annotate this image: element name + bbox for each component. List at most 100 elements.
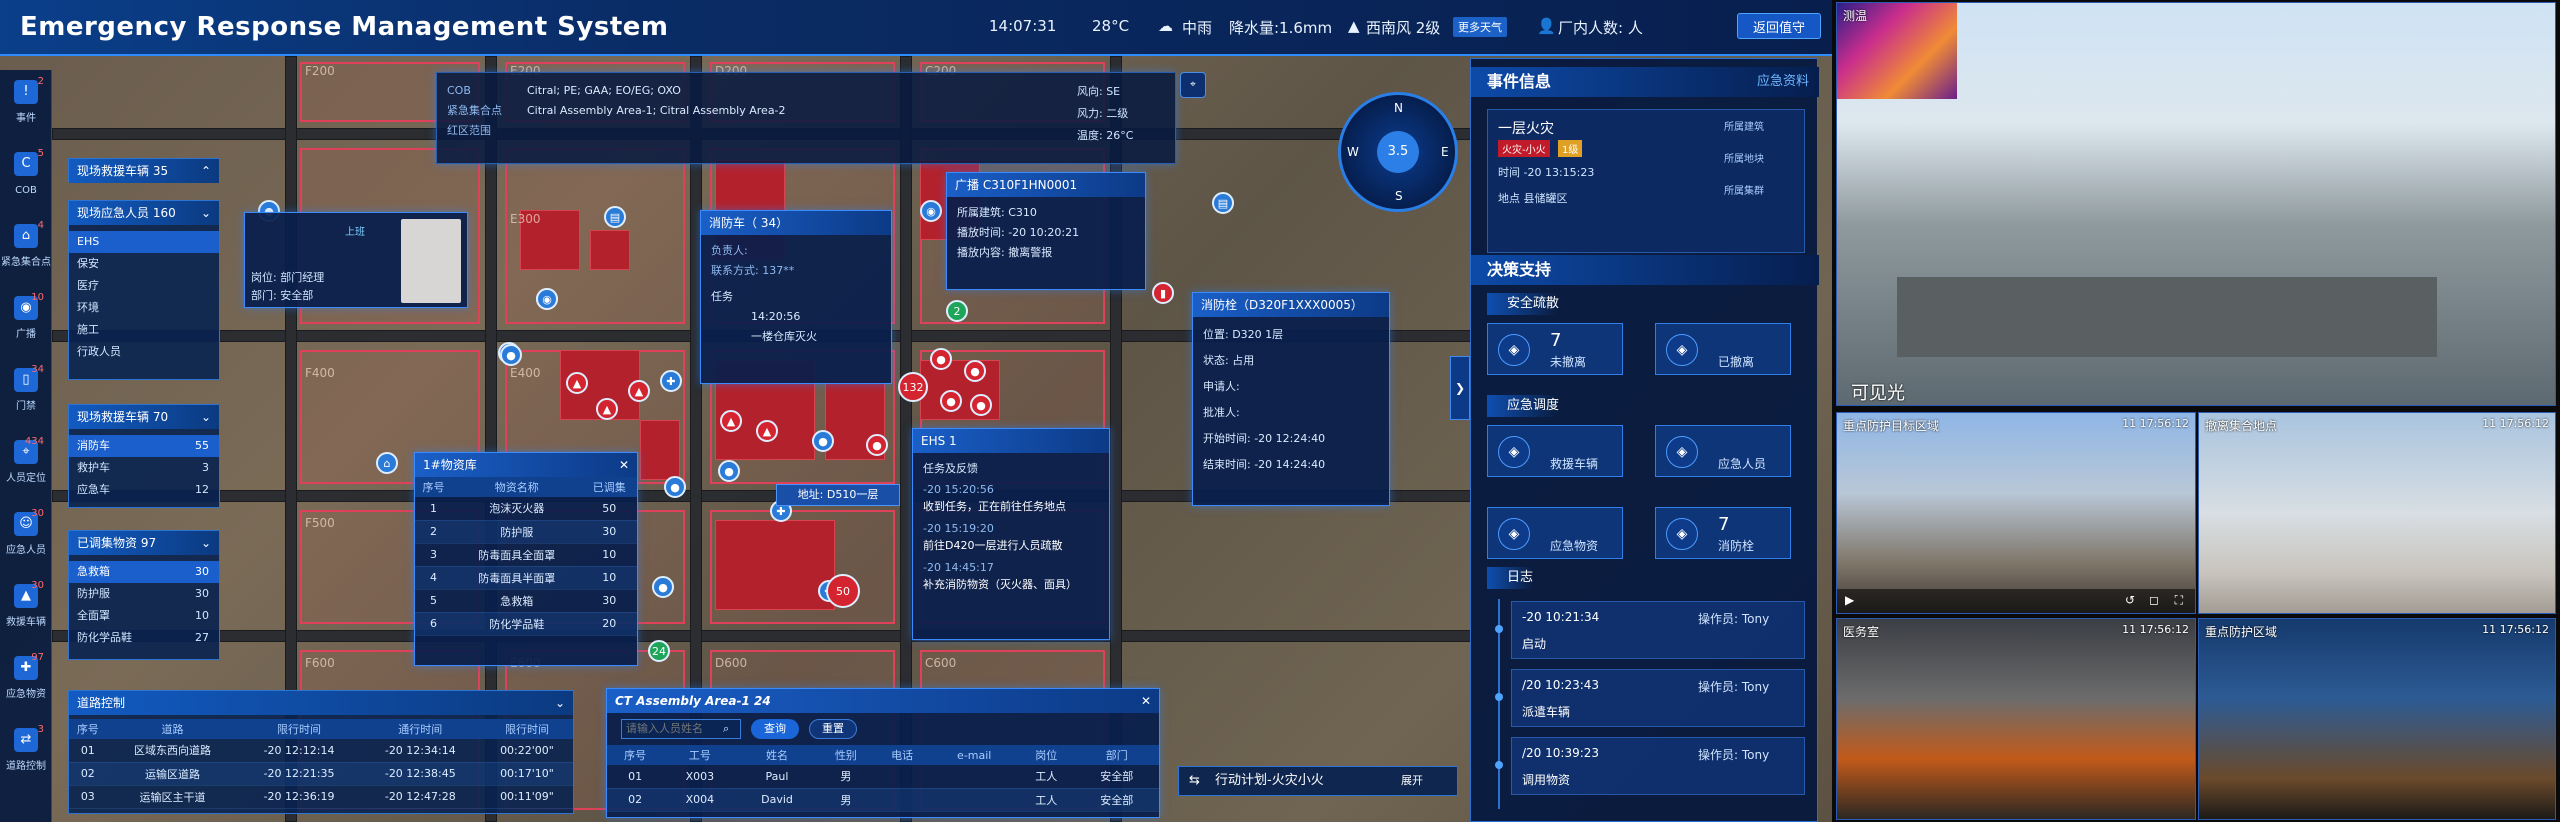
collapse-panel-button[interactable]: ❯ bbox=[1450, 356, 1470, 420]
personnel-item[interactable]: EHS bbox=[69, 231, 219, 253]
staff-pin[interactable]: ● bbox=[866, 434, 888, 456]
vehicle-item[interactable]: 消防车 55 bbox=[69, 435, 219, 457]
staff-pin[interactable]: ● bbox=[964, 360, 986, 382]
staff-pin[interactable]: ● bbox=[930, 348, 952, 370]
camera-view[interactable]: 重点防护目标区域 11 17:56:12 ▶ ↺ ◻ ⛶ bbox=[1836, 412, 2196, 614]
table-row[interactable]: 4 防毒面具半面罩 10 bbox=[415, 566, 637, 590]
vehicle-item[interactable]: 应急车 12 bbox=[69, 479, 219, 501]
personnel-item[interactable]: 行政人员 bbox=[69, 341, 219, 363]
video-controls[interactable]: ▶ ↺ ◻ ⛶ bbox=[1837, 589, 2195, 613]
hydrant-popup[interactable]: 消防栓（D320F1XXX0005） 位置: D320 1层 状态: 占用 申请… bbox=[1192, 292, 1390, 506]
nav-item[interactable]: ⇄ 3 道路控制 bbox=[0, 724, 52, 784]
table-row[interactable]: 6 防化学品鞋 20 bbox=[415, 612, 637, 636]
truck-pin[interactable]: ▲ bbox=[756, 420, 778, 442]
supply-item[interactable]: 防护服 30 bbox=[69, 583, 219, 605]
camera-view[interactable]: 重点防护区域 11 17:56:12 bbox=[2198, 618, 2556, 820]
nav-item[interactable]: ⌂ 4 紧急集合点 bbox=[0, 220, 52, 280]
personnel-item[interactable]: 环境 bbox=[69, 297, 219, 319]
snapshot-icon[interactable]: ◻ bbox=[2149, 593, 2159, 607]
table-row[interactable]: 02 运输区道路 -20 12:21:35 -20 12:38:45 00:17'10" bbox=[69, 762, 573, 786]
person-pin[interactable]: ● bbox=[812, 430, 834, 452]
tool-pin[interactable]: ✚ bbox=[660, 370, 682, 392]
table-row[interactable]: 5 急救箱 30 bbox=[415, 589, 637, 613]
query-button[interactable]: 查询 bbox=[751, 719, 799, 739]
personnel-item[interactable]: 施工 bbox=[69, 319, 219, 341]
locate-button[interactable]: ⌖ bbox=[1180, 72, 1206, 98]
table-row[interactable]: 3 防毒面具全面罩 10 bbox=[415, 543, 637, 567]
table-row[interactable]: 2 防护服 30 bbox=[415, 520, 637, 544]
staff-pin[interactable]: ● bbox=[970, 394, 992, 416]
nav-item[interactable]: ⌖ 434 人员定位 bbox=[0, 436, 52, 496]
camera-view-main[interactable]: 测温 可见光 bbox=[1836, 2, 2556, 406]
table-row[interactable]: 1 泡沫灭火器 50 bbox=[415, 497, 637, 521]
reset-button[interactable]: 重置 bbox=[809, 719, 857, 739]
stat-card[interactable]: ◈ 应急物资 bbox=[1487, 507, 1623, 559]
personnel-item[interactable]: 医疗 bbox=[69, 275, 219, 297]
table-row[interactable]: 01 X003 Paul 男 工人 安全部 bbox=[607, 765, 1159, 789]
personnel-item[interactable]: 保安 bbox=[69, 253, 219, 275]
vehicle-item[interactable]: 救护车 3 bbox=[69, 457, 219, 479]
stat-card[interactable]: ◈ 救援车辆 bbox=[1487, 425, 1623, 477]
truck-pin[interactable]: ▲ bbox=[628, 380, 650, 402]
table-row[interactable]: 03 运输区主干道 -20 12:36:19 -20 12:47:28 00:11'09… bbox=[69, 785, 573, 809]
fullscreen-icon[interactable]: ⛶ bbox=[2175, 593, 2183, 608]
emergency-docs-link[interactable]: 应急资料 bbox=[1757, 67, 1809, 97]
nav-item[interactable]: ! 2 事件 bbox=[0, 76, 52, 136]
log-entry[interactable]: -20 10:21:34 操作员: Tony 启动 bbox=[1511, 601, 1805, 659]
supply-item[interactable]: 全面罩 10 bbox=[69, 605, 219, 627]
chevron-down-icon[interactable]: ⌄ bbox=[555, 691, 565, 715]
vehicles-summary-panel[interactable]: 现场救援车辆 35 ⌃ bbox=[68, 158, 220, 183]
nav-item[interactable]: ◉ 10 广播 bbox=[0, 292, 52, 352]
chevron-down-icon[interactable]: ⌄ bbox=[201, 531, 211, 555]
table-row[interactable]: 02 X004 David 男 工人 安全部 bbox=[607, 788, 1159, 812]
log-entry[interactable]: /20 10:23:43 操作员: Tony 派遣车辆 bbox=[1511, 669, 1805, 727]
camera-view[interactable]: 医务室 11 17:56:12 bbox=[1836, 618, 2196, 820]
camera-view[interactable]: 撤离集合地点 11 17:56:12 bbox=[2198, 412, 2556, 614]
stat-card[interactable]: ◈ 已撤离 bbox=[1655, 323, 1791, 375]
supply-item[interactable]: 防化学品鞋 27 bbox=[69, 627, 219, 649]
play-icon[interactable]: ▶ bbox=[1845, 593, 1854, 607]
building-link[interactable]: 所属建筑 bbox=[1724, 118, 1764, 133]
plot-link[interactable]: 所属地块 bbox=[1724, 150, 1764, 165]
stat-card[interactable]: ◈ 应急人员 bbox=[1655, 425, 1791, 477]
warehouse-popup[interactable]: 1#物资库 ✕ 序号 物资名称 已调集 1 泡沫灭火器 50 2 防护服 30 3 防毒面具全面罩 10… bbox=[414, 452, 638, 666]
staff-pin[interactable]: ● bbox=[940, 390, 962, 412]
count-pin[interactable]: 50 bbox=[826, 574, 860, 608]
building[interactable] bbox=[590, 230, 630, 270]
search-icon[interactable]: ⌕ bbox=[723, 722, 729, 736]
close-icon[interactable]: ✕ bbox=[1141, 689, 1151, 713]
doc-pin[interactable]: ▤ bbox=[1212, 192, 1234, 214]
supply-item[interactable]: 急救箱 30 bbox=[69, 561, 219, 583]
count-pin[interactable]: 132 bbox=[898, 372, 928, 402]
broadcast-pin[interactable]: ◉ bbox=[920, 200, 942, 222]
broadcast-pin[interactable]: ◉ bbox=[536, 288, 558, 310]
chevron-up-icon[interactable]: ⌃ bbox=[201, 159, 211, 183]
truck-pin[interactable]: ▲ bbox=[596, 398, 618, 420]
doc-pin[interactable]: ▤ bbox=[604, 206, 626, 228]
chevron-down-icon[interactable]: ⌄ bbox=[201, 201, 211, 225]
nav-item[interactable]: C 5 COB bbox=[0, 148, 52, 208]
building[interactable] bbox=[640, 420, 680, 480]
person-pin[interactable]: ● bbox=[718, 460, 740, 482]
replay-icon[interactable]: ↺ bbox=[2125, 593, 2135, 607]
action-plan-bar[interactable]: ⇆ 行动计划-火灾小火 展开 bbox=[1178, 766, 1458, 796]
person-pin[interactable]: ● bbox=[652, 576, 674, 598]
nav-item[interactable]: ▲ 30 救援车辆 bbox=[0, 580, 52, 640]
nav-item[interactable]: ✚ 97 应急物资 bbox=[0, 652, 52, 712]
nav-item[interactable]: ▯ 34 门禁 bbox=[0, 364, 52, 424]
person-card[interactable]: 上班 岗位: 部门经理 部门: 安全部 bbox=[244, 212, 468, 308]
assembly-pin[interactable]: 2 bbox=[946, 300, 968, 322]
nav-item[interactable]: ☺ 30 应急人员 bbox=[0, 508, 52, 568]
event-card[interactable]: 一层火灾 火灾-小火 1级 时间 -20 13:15:23 地点 县储罐区 所属… bbox=[1487, 109, 1805, 253]
stat-card[interactable]: ◈ 7 消防栓 bbox=[1655, 507, 1791, 559]
assembly-pin[interactable]: 24 bbox=[648, 640, 670, 662]
assembly-list-popup[interactable]: CT Assembly Area-1 24 ✕ ⌕ 查询 重置 序号工号姓名性别电… bbox=[606, 688, 1160, 818]
hydrant-pin[interactable]: ▮ bbox=[1152, 282, 1174, 304]
person-pin[interactable]: ● bbox=[664, 476, 686, 498]
more-weather-button[interactable]: 更多天气 bbox=[1453, 17, 1507, 37]
back-button[interactable]: 返回值守 bbox=[1737, 13, 1821, 39]
close-icon[interactable]: ✕ bbox=[619, 453, 629, 477]
stat-card[interactable]: ◈ 7 未撤离 bbox=[1487, 323, 1623, 375]
broadcast-popup[interactable]: 广播 C310F1HN0001 所属建筑: C310 播放时间: -20 10:… bbox=[946, 172, 1146, 290]
truck-pin[interactable]: ▲ bbox=[566, 372, 588, 394]
